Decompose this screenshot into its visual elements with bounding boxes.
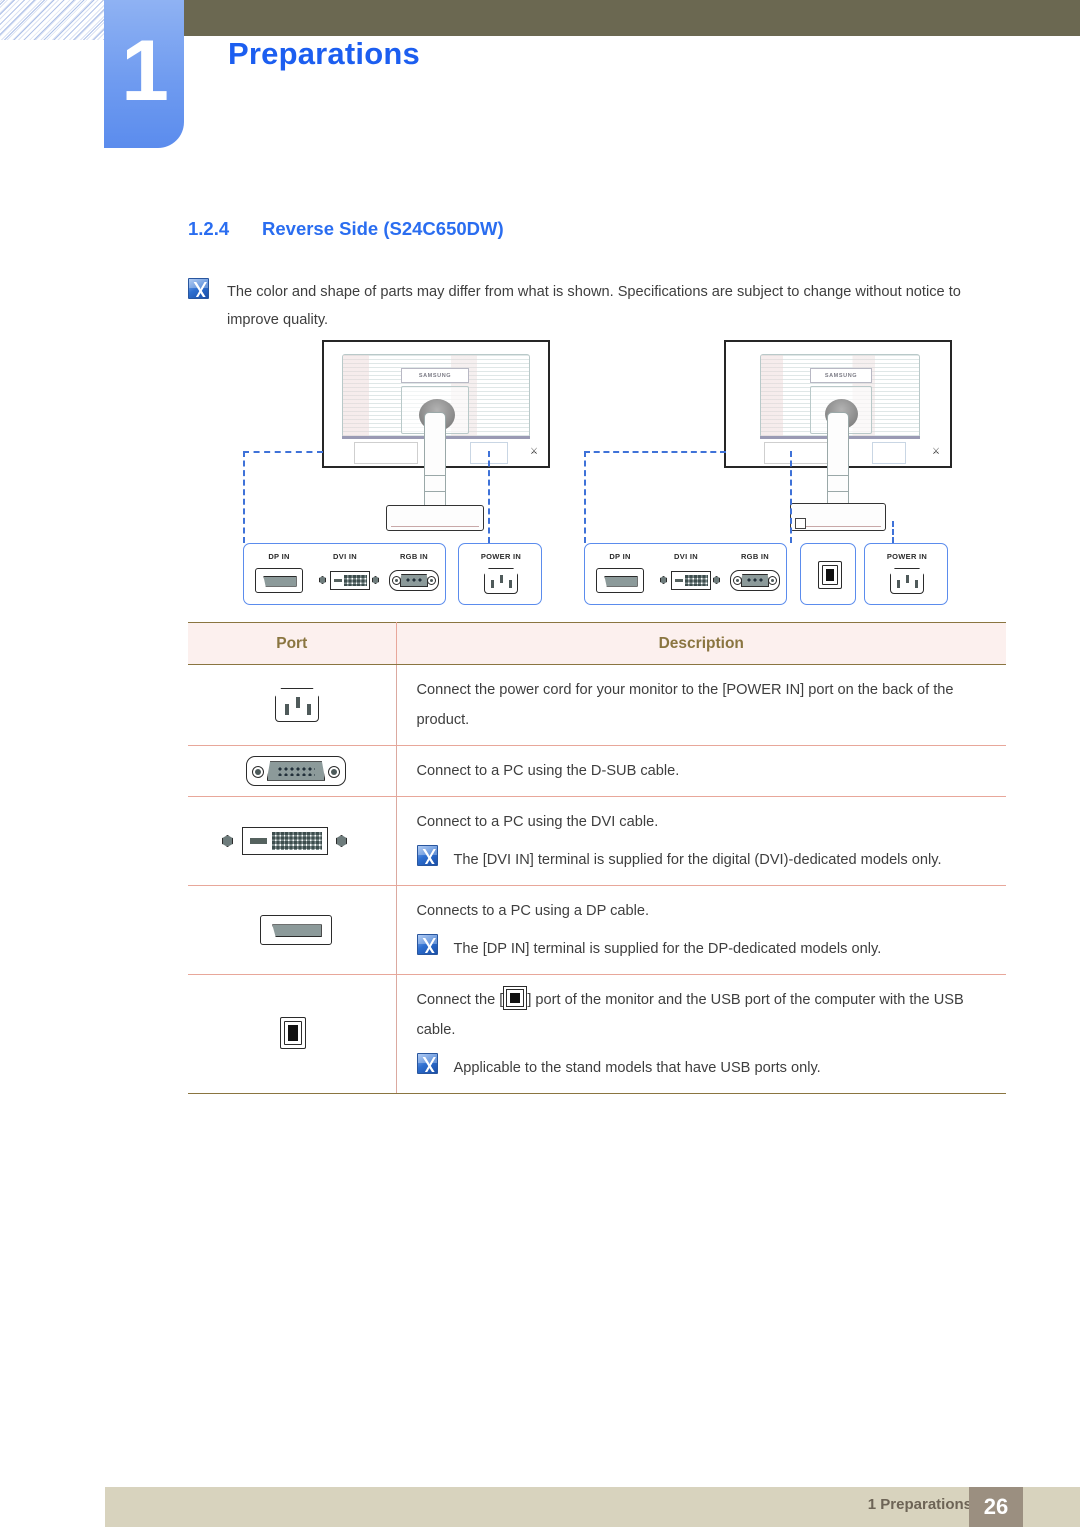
description-text: Connects to a PC using a DP cable. — [416, 903, 650, 919]
power-in-connector-icon — [890, 568, 924, 594]
callout-line — [243, 451, 323, 453]
monitor-logo: SAMSUNG — [824, 372, 858, 379]
section-title: Reverse Side (S24C650DW) — [262, 218, 504, 239]
table-row: Connects to a PC using a DP cable. The [… — [188, 885, 1006, 975]
displayport-connector-icon — [255, 568, 303, 593]
port-label: POWER IN — [480, 552, 522, 561]
callout-line — [243, 451, 245, 543]
description-cell: Connect to a PC using the DVI cable. The… — [396, 796, 1006, 886]
port-cell — [188, 885, 397, 975]
top-note-text: The color and shape of parts may differ … — [227, 284, 961, 328]
description-text-before: Connect the [ — [416, 992, 504, 1008]
row-note-text: The [DP IN] terminal is supplied for the… — [453, 941, 882, 957]
description-text: Connect to a PC using the D-SUB cable. — [416, 763, 680, 779]
callout-line — [790, 451, 792, 543]
power-in-connector-icon — [484, 568, 518, 594]
callout-signal-ports: DP IN DVI IN RGB IN — [584, 543, 787, 605]
callout-power-port: POWER IN — [864, 543, 948, 605]
port-label: DP IN — [268, 552, 290, 561]
callout-line — [584, 451, 586, 543]
description-cell: Connect to a PC using the D-SUB cable. — [396, 745, 1006, 797]
table-row: Connect to a PC using the D-SUB cable. — [188, 745, 1006, 797]
description-cell: Connects to a PC using a DP cable. The [… — [396, 885, 1006, 975]
diagram-area: SAMSUNG ⚔ DP IN DVI IN RGB IN POWER IN S… — [188, 340, 1008, 612]
port-cell — [188, 745, 397, 797]
callout-line — [488, 451, 490, 543]
row-note: The [DP IN] terminal is supplied for the… — [416, 934, 989, 964]
dvi-connector-icon — [242, 827, 328, 855]
port-label: DVI IN — [674, 552, 698, 561]
d-sub-vga-connector-icon — [246, 756, 346, 786]
table-row: Connect the power cord for your monitor … — [188, 664, 1006, 746]
chapter-number: 1 — [121, 22, 169, 119]
table-header-row: Port Description — [188, 622, 1006, 665]
top-note: The color and shape of parts may differ … — [188, 278, 988, 334]
section-number: 1.2.4 — [188, 218, 230, 239]
column-header-port: Port — [188, 622, 397, 665]
table-row: Connect to a PC using the DVI cable. The… — [188, 796, 1006, 886]
d-sub-vga-connector-icon — [389, 570, 439, 591]
header-bar — [150, 0, 1080, 36]
hatch-decoration-fine-icon — [0, 0, 104, 40]
row-note: Applicable to the stand models that have… — [416, 1053, 989, 1083]
description-text: Connect to a PC using the DVI cable. — [416, 814, 659, 830]
port-label: DP IN — [609, 552, 631, 561]
section-heading: 1.2.4 Reverse Side (S24C650DW) — [188, 218, 504, 240]
d-sub-vga-connector-icon — [730, 570, 780, 591]
footer-label: 1 Preparations — [867, 1496, 972, 1513]
page-title: Preparations — [228, 36, 420, 71]
description-cell: Connect the power cord for your monitor … — [396, 664, 1006, 746]
description-text: Connect the power cord for your monitor … — [416, 682, 954, 728]
dvi-connector-icon — [330, 571, 370, 590]
monitor-rear-view-left: SAMSUNG ⚔ — [322, 340, 550, 540]
note-pencil-icon — [416, 845, 438, 866]
port-cell — [188, 796, 397, 886]
usb-connector-icon — [818, 561, 842, 589]
stand-usb-port-icon — [795, 518, 806, 529]
port-cell — [188, 974, 397, 1094]
callout-usb-port — [800, 543, 856, 605]
note-pencil-icon — [416, 1053, 438, 1074]
port-description-table: Port Description Connect the power cord … — [188, 622, 1006, 1094]
port-label: RGB IN — [399, 552, 429, 561]
note-pencil-icon — [188, 278, 209, 299]
callout-line — [892, 521, 894, 543]
description-text: Connect the [] port of the monitor and t… — [417, 985, 989, 1045]
monitor-rear-view-right: SAMSUNG ⚔ — [724, 340, 952, 540]
kensington-lock-icon: ⚔ — [932, 446, 941, 456]
usb-connector-icon — [280, 1017, 306, 1049]
row-note: The [DVI IN] terminal is supplied for th… — [416, 845, 989, 875]
callout-signal-ports: DP IN DVI IN RGB IN — [243, 543, 446, 605]
page-number: 26 — [969, 1487, 1023, 1527]
power-in-connector-icon — [275, 688, 319, 722]
document-page: 1 Preparations 1.2.4 Reverse Side (S24C6… — [0, 0, 1080, 1527]
description-cell: Connect the [] port of the monitor and t… — [396, 974, 1006, 1094]
note-pencil-icon — [416, 934, 438, 955]
port-label: DVI IN — [333, 552, 357, 561]
port-label: POWER IN — [886, 552, 928, 561]
row-note-text: The [DVI IN] terminal is supplied for th… — [453, 852, 942, 868]
displayport-connector-icon — [596, 568, 644, 593]
port-cell — [188, 664, 397, 746]
table-row: Connect the [] port of the monitor and t… — [188, 974, 1006, 1094]
usb-connector-inline-icon — [503, 986, 528, 1010]
row-note-text: Applicable to the stand models that have… — [453, 1060, 821, 1076]
callout-power-port: POWER IN — [458, 543, 542, 605]
callout-line — [584, 451, 726, 453]
kensington-lock-icon: ⚔ — [530, 446, 539, 456]
dvi-connector-icon — [671, 571, 711, 590]
displayport-connector-icon — [260, 915, 332, 945]
column-header-description: Description — [396, 622, 1006, 665]
port-label: RGB IN — [740, 552, 770, 561]
monitor-logo: SAMSUNG — [418, 372, 452, 379]
